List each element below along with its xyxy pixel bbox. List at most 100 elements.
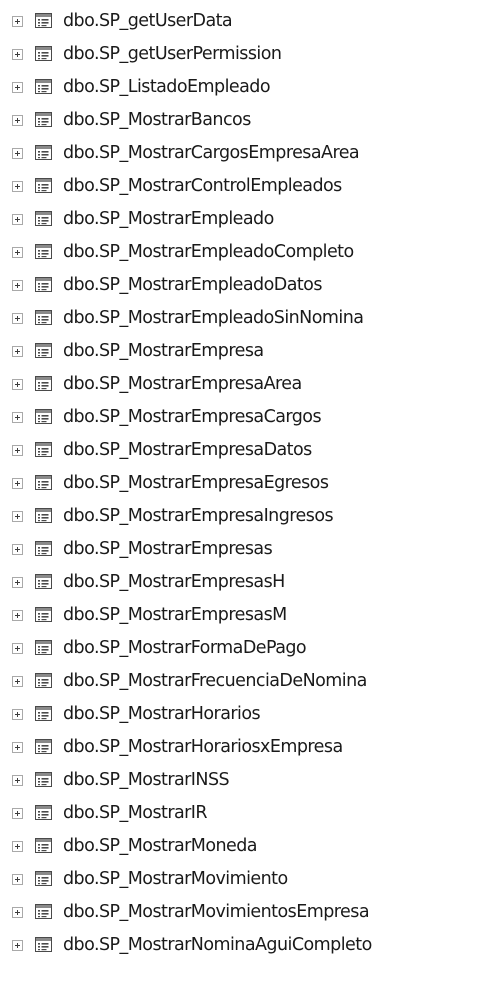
tree-node-label: dbo.SP_MostrarEmpresa xyxy=(63,341,264,361)
stored-procedure-icon xyxy=(35,739,52,754)
tree-node-stored-procedure[interactable]: dbo.SP_MostrarIR xyxy=(0,797,478,829)
expand-plus-icon[interactable] xyxy=(12,874,23,885)
expand-plus-icon[interactable] xyxy=(12,577,23,588)
expand-plus-icon[interactable] xyxy=(12,709,23,720)
tree-node-stored-procedure[interactable]: dbo.SP_MostrarEmpleado xyxy=(0,203,478,235)
stored-procedure-icon xyxy=(35,640,52,655)
expand-plus-icon[interactable] xyxy=(12,412,23,423)
tree-node-stored-procedure[interactable]: dbo.SP_MostrarEmpresaEgresos xyxy=(0,467,478,499)
tree-node-label: dbo.SP_MostrarHorariosxEmpresa xyxy=(63,737,343,757)
tree-node-label: dbo.SP_MostrarHorarios xyxy=(63,704,261,724)
expand-plus-icon[interactable] xyxy=(12,82,23,93)
tree-node-stored-procedure[interactable]: dbo.SP_getUserData xyxy=(0,5,478,37)
tree-node-label: dbo.SP_MostrarMoneda xyxy=(63,836,258,856)
tree-node-stored-procedure[interactable]: dbo.SP_MostrarEmpresa xyxy=(0,335,478,367)
stored-procedure-icon xyxy=(35,772,52,787)
tree-node-stored-procedure[interactable]: dbo.SP_MostrarINSS xyxy=(0,764,478,796)
stored-procedure-icon xyxy=(35,211,52,226)
tree-node-label: dbo.SP_MostrarBancos xyxy=(63,110,251,130)
expand-plus-icon[interactable] xyxy=(12,940,23,951)
expand-plus-icon[interactable] xyxy=(12,808,23,819)
expand-plus-icon[interactable] xyxy=(12,115,23,126)
tree-node-stored-procedure[interactable]: dbo.SP_MostrarHorarios xyxy=(0,698,478,730)
tree-node-stored-procedure[interactable]: dbo.SP_ListadoEmpleado xyxy=(0,71,478,103)
tree-node-label: dbo.SP_MostrarEmpleadoDatos xyxy=(63,275,322,295)
expand-plus-icon[interactable] xyxy=(12,346,23,357)
expand-plus-icon[interactable] xyxy=(12,214,23,225)
stored-procedure-icon xyxy=(35,244,52,259)
stored-procedure-icon xyxy=(35,541,52,556)
stored-procedure-icon xyxy=(35,673,52,688)
expand-plus-icon[interactable] xyxy=(12,544,23,555)
tree-node-stored-procedure[interactable]: dbo.SP_MostrarEmpresaDatos xyxy=(0,434,478,466)
stored-procedure-icon xyxy=(35,46,52,61)
object-explorer-tree: dbo.SP_getUserData dbo.SP_getUserPermissi… xyxy=(0,0,478,1002)
stored-procedure-icon xyxy=(35,343,52,358)
stored-procedure-icon xyxy=(35,13,52,28)
stored-procedure-icon xyxy=(35,607,52,622)
stored-procedure-icon xyxy=(35,904,52,919)
tree-node-label: dbo.SP_MostrarMovimiento xyxy=(63,869,288,889)
tree-node-stored-procedure[interactable]: dbo.SP_MostrarCargosEmpresaArea xyxy=(0,137,478,169)
tree-node-label: dbo.SP_MostrarEmpresaDatos xyxy=(63,440,312,460)
tree-node-label: dbo.SP_MostrarIR xyxy=(63,803,208,823)
tree-node-label: dbo.SP_MostrarCargosEmpresaArea xyxy=(63,143,360,163)
tree-node-label: dbo.SP_MostrarControlEmpleados xyxy=(63,176,342,196)
expand-plus-icon[interactable] xyxy=(12,445,23,456)
tree-node-stored-procedure[interactable]: dbo.SP_MostrarEmpleadoSinNomina xyxy=(0,302,478,334)
tree-node-stored-procedure[interactable]: dbo.SP_MostrarMoneda xyxy=(0,830,478,862)
expand-plus-icon[interactable] xyxy=(12,907,23,918)
tree-node-stored-procedure[interactable]: dbo.SP_MostrarNominaAguiCompleto xyxy=(0,929,478,961)
stored-procedure-icon xyxy=(35,508,52,523)
expand-plus-icon[interactable] xyxy=(12,775,23,786)
tree-node-stored-procedure[interactable]: dbo.SP_MostrarEmpresasH xyxy=(0,566,478,598)
stored-procedure-icon xyxy=(35,277,52,292)
expand-plus-icon[interactable] xyxy=(12,181,23,192)
expand-plus-icon[interactable] xyxy=(12,280,23,291)
stored-procedure-icon xyxy=(35,178,52,193)
tree-node-label: dbo.SP_MostrarEmpresaCargos xyxy=(63,407,322,427)
stored-procedure-icon xyxy=(35,838,52,853)
tree-node-stored-procedure[interactable]: dbo.SP_MostrarFormaDePago xyxy=(0,632,478,664)
tree-node-label: dbo.SP_MostrarEmpresaEgresos xyxy=(63,473,329,493)
expand-plus-icon[interactable] xyxy=(12,742,23,753)
expand-plus-icon[interactable] xyxy=(12,511,23,522)
tree-node-stored-procedure[interactable]: dbo.SP_MostrarControlEmpleados xyxy=(0,170,478,202)
tree-node-stored-procedure[interactable]: dbo.SP_MostrarEmpresaCargos xyxy=(0,401,478,433)
tree-node-stored-procedure[interactable]: dbo.SP_MostrarBancos xyxy=(0,104,478,136)
tree-node-stored-procedure[interactable]: dbo.SP_MostrarEmpresasM xyxy=(0,599,478,631)
expand-plus-icon[interactable] xyxy=(12,379,23,390)
tree-node-stored-procedure[interactable]: dbo.SP_MostrarEmpresas xyxy=(0,533,478,565)
expand-plus-icon[interactable] xyxy=(12,643,23,654)
tree-node-stored-procedure[interactable]: dbo.SP_MostrarEmpleadoCompleto xyxy=(0,236,478,268)
tree-node-label: dbo.SP_MostrarEmpresasM xyxy=(63,605,287,625)
expand-plus-icon[interactable] xyxy=(12,16,23,27)
tree-node-stored-procedure[interactable]: dbo.SP_getUserPermission xyxy=(0,38,478,70)
expand-plus-icon[interactable] xyxy=(12,148,23,159)
expand-plus-icon[interactable] xyxy=(12,478,23,489)
expand-plus-icon[interactable] xyxy=(12,841,23,852)
tree-node-label: dbo.SP_MostrarEmpresaIngresos xyxy=(63,506,334,526)
tree-node-stored-procedure[interactable]: dbo.SP_MostrarEmpresaIngresos xyxy=(0,500,478,532)
tree-node-label: dbo.SP_MostrarEmpleadoCompleto xyxy=(63,242,354,262)
tree-node-label: dbo.SP_MostrarEmpleadoSinNomina xyxy=(63,308,364,328)
stored-procedure-icon xyxy=(35,376,52,391)
tree-node-stored-procedure[interactable]: dbo.SP_MostrarEmpleadoDatos xyxy=(0,269,478,301)
tree-node-stored-procedure[interactable]: dbo.SP_MostrarEmpresaArea xyxy=(0,368,478,400)
expand-plus-icon[interactable] xyxy=(12,247,23,258)
tree-node-stored-procedure[interactable]: dbo.SP_MostrarHorariosxEmpresa xyxy=(0,731,478,763)
stored-procedure-icon xyxy=(35,574,52,589)
expand-plus-icon[interactable] xyxy=(12,313,23,324)
tree-node-stored-procedure[interactable]: dbo.SP_MostrarMovimientosEmpresa xyxy=(0,896,478,928)
tree-node-stored-procedure[interactable]: dbo.SP_MostrarFrecuenciaDeNomina xyxy=(0,665,478,697)
tree-node-stored-procedure[interactable]: dbo.SP_MostrarMovimiento xyxy=(0,863,478,895)
expand-plus-icon[interactable] xyxy=(12,610,23,621)
tree-node-label: dbo.SP_MostrarMovimientosEmpresa xyxy=(63,902,370,922)
expand-plus-icon[interactable] xyxy=(12,676,23,687)
tree-node-label: dbo.SP_MostrarNominaAguiCompleto xyxy=(63,935,372,955)
stored-procedure-icon xyxy=(35,79,52,94)
expand-plus-icon[interactable] xyxy=(12,49,23,60)
stored-procedure-icon xyxy=(35,871,52,886)
tree-node-label: dbo.SP_getUserPermission xyxy=(63,44,282,64)
tree-node-label: dbo.SP_MostrarFrecuenciaDeNomina xyxy=(63,671,367,691)
